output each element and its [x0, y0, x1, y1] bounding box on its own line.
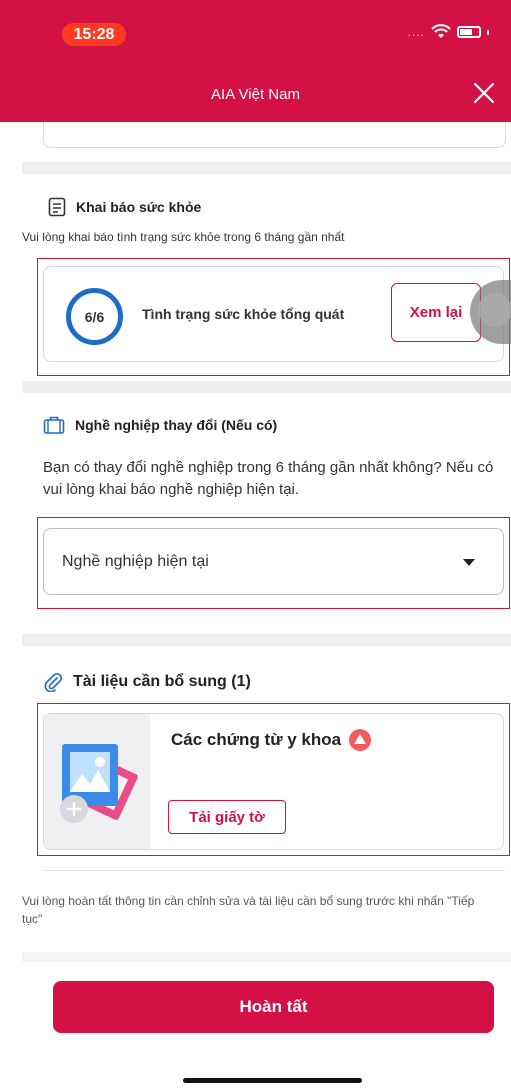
paperclip-icon [43, 672, 63, 692]
home-indicator [183, 1078, 362, 1083]
document-icon [48, 197, 66, 217]
upload-document-button[interactable]: Tải giấy tờ [168, 800, 286, 834]
finish-button[interactable]: Hoàn tất [53, 981, 494, 1033]
left-edge [0, 122, 22, 1092]
signal-dots: .... [407, 25, 425, 39]
documents-heading-text: Tài liệu cần bổ sung (1) [73, 673, 251, 690]
divider [43, 870, 505, 871]
occupation-select-placeholder: Nghề nghiệp hiện tại [62, 552, 209, 570]
documents-heading: Tài liệu cần bổ sung (1) [43, 672, 251, 692]
document-title: Các chứng từ y khoa [171, 729, 372, 751]
occupation-description: Bạn có thay đổi nghề nghiệp trong 6 thán… [43, 459, 494, 498]
occupation-heading: Nghề nghiệp thay đổi (Nếu có) [43, 415, 277, 435]
bottom-separator [22, 952, 511, 962]
photo-upload-icon [60, 744, 138, 823]
battery-tip [487, 29, 489, 35]
progress-ring: 6/6 [66, 288, 123, 345]
battery-icon [457, 26, 481, 38]
briefcase-icon [43, 415, 65, 435]
touch-indicator-dot [478, 293, 511, 327]
document-title-text: Các chứng từ y khoa [171, 730, 342, 749]
section-separator [22, 634, 511, 646]
occupation-select[interactable]: Nghề nghiệp hiện tại [43, 528, 504, 595]
section-separator [22, 162, 511, 174]
status-time: 15:28 [62, 23, 126, 46]
warning-icon [349, 729, 372, 751]
document-thumbnail [44, 714, 150, 849]
wifi-icon [431, 24, 451, 38]
app-header: 15:28 .... AIA Việt Nam [0, 0, 511, 122]
health-description: Vui lòng khai báo tình trạng sức khỏe tr… [22, 230, 345, 244]
health-heading-text: Khai báo sức khỏe [76, 199, 202, 215]
close-icon[interactable] [473, 82, 495, 104]
review-button[interactable]: Xem lại [391, 283, 481, 342]
previous-card [43, 122, 506, 148]
status-icons: .... [408, 24, 489, 40]
chevron-down-icon [463, 559, 475, 566]
section-separator [22, 381, 511, 393]
health-item-label: Tình trạng sức khỏe tổng quát [142, 306, 345, 322]
health-heading: Khai báo sức khỏe [48, 197, 201, 217]
completion-note: Vui lòng hoàn tất thông tin cần chỉnh sử… [22, 894, 475, 926]
occupation-heading-text: Nghề nghiệp thay đổi (Nếu có) [75, 417, 278, 433]
page-title: AIA Việt Nam [211, 86, 300, 103]
